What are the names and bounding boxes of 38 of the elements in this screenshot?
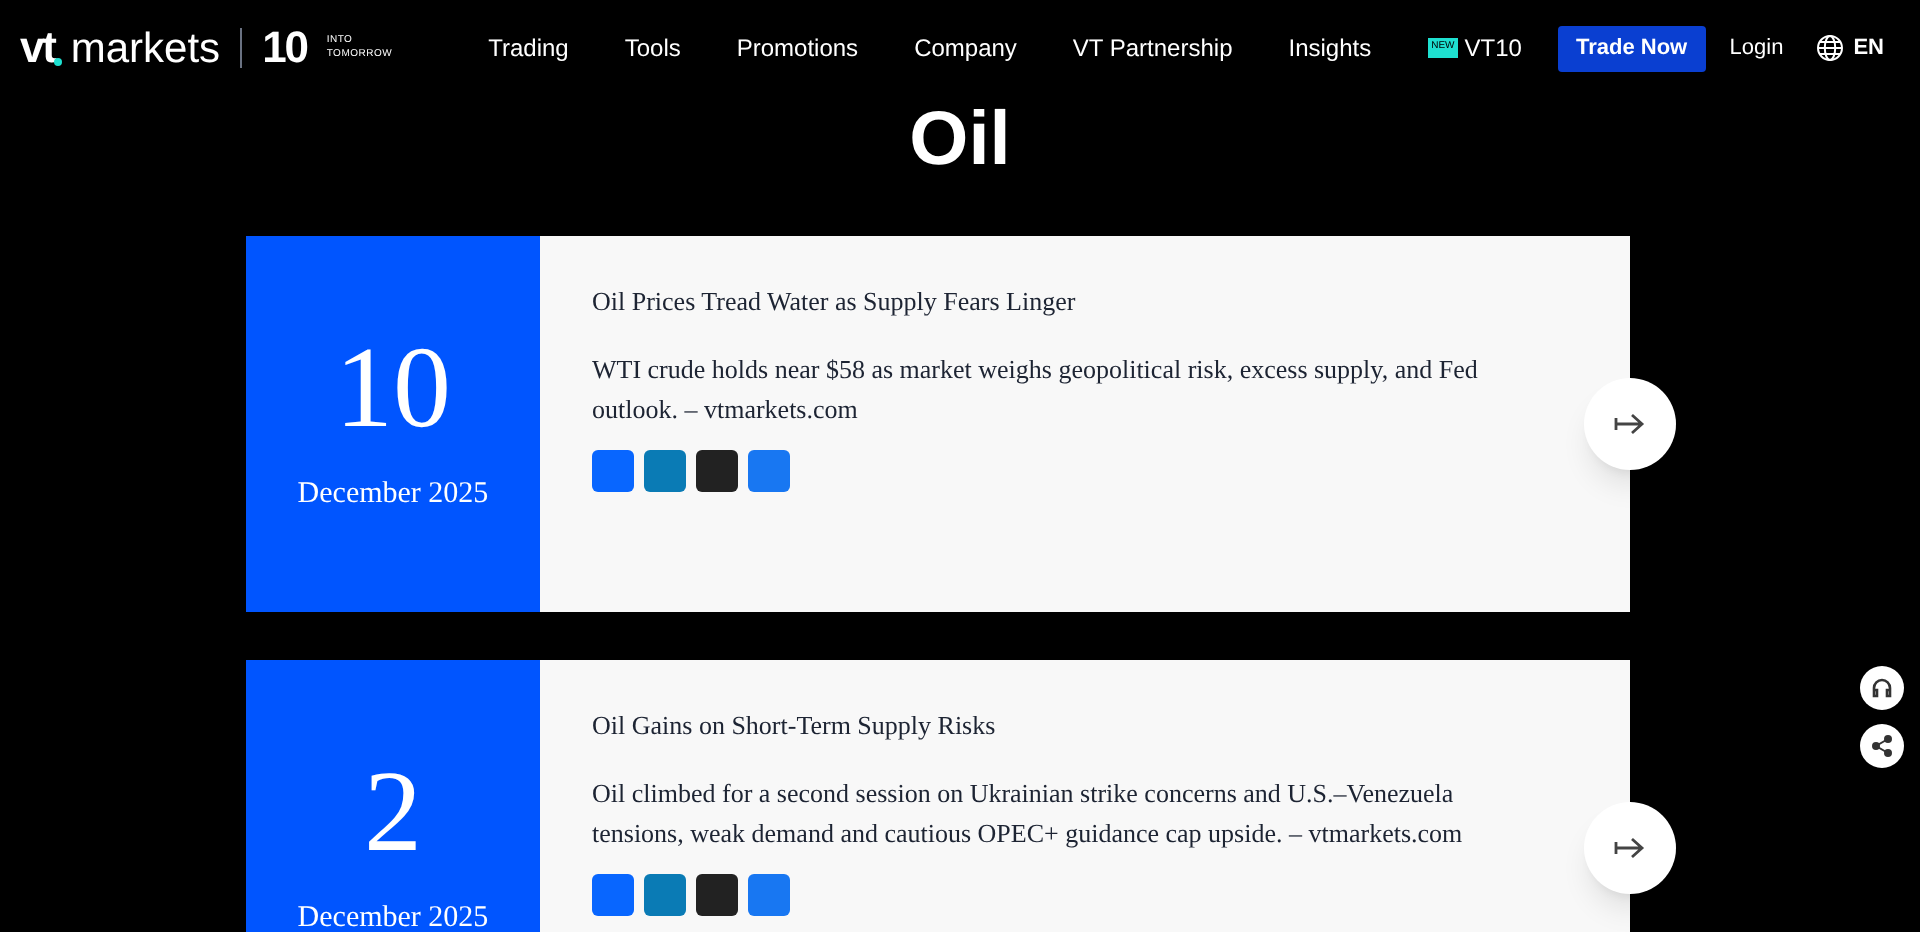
page-title: Oil xyxy=(907,102,1013,178)
share-button[interactable] xyxy=(696,450,738,492)
language-label[interactable]: EN xyxy=(1853,31,1884,65)
login-link[interactable]: Login xyxy=(1729,31,1784,65)
date-day: 2 xyxy=(364,748,422,876)
article-title[interactable]: Oil Prices Tread Water as Supply Fears Linger xyxy=(592,286,1530,318)
arrow-right-icon xyxy=(1614,412,1646,436)
globe-icon[interactable] xyxy=(1815,34,1844,62)
nav-link[interactable]: Trading xyxy=(488,30,569,66)
share-button[interactable] xyxy=(644,874,686,916)
article-title[interactable]: Oil Gains on Short-Term Supply Risks xyxy=(592,710,1530,742)
nav-link[interactable]: Promotions xyxy=(736,30,859,66)
anniversary-mark: 10 xyxy=(262,26,307,70)
support-button[interactable] xyxy=(1860,666,1904,710)
share-button[interactable] xyxy=(748,874,790,916)
logo-text: markets xyxy=(70,28,221,70)
read-more-button[interactable] xyxy=(1584,802,1676,894)
share-button[interactable] xyxy=(696,874,738,916)
date-day: 10 xyxy=(335,324,451,452)
share-button[interactable] xyxy=(748,450,790,492)
logo-mark: vt xyxy=(20,26,55,70)
date-month: December 2025 xyxy=(297,900,489,932)
article-summary: Oil climbed for a second session on Ukrainian strike concerns and U.S.–Venezuela tensions, weak demand and cautious OPEC+ guidance cap upside. – vtmarkets.com xyxy=(592,776,1465,852)
nav-link[interactable]: Company xyxy=(914,30,1017,66)
nav-link[interactable]: Insights xyxy=(1288,30,1372,66)
article-summary: WTI crude holds near $58 as market weighs geopolitical risk, excess supply, and Fed outlook. – vtmarkets.com xyxy=(592,352,1480,428)
nav-link[interactable]: VT Partnership xyxy=(1072,30,1233,66)
share-button[interactable] xyxy=(592,450,634,492)
headset-icon xyxy=(1870,676,1894,700)
nav-link[interactable]: Tools xyxy=(624,30,681,66)
share-icon xyxy=(1870,734,1894,758)
arrow-right-icon xyxy=(1614,836,1646,860)
date-month: December 2025 xyxy=(297,476,489,514)
trade-now-button[interactable]: Trade Now xyxy=(1557,25,1706,71)
share-button[interactable] xyxy=(644,450,686,492)
share-button[interactable] xyxy=(592,874,634,916)
read-more-button[interactable] xyxy=(1584,378,1676,470)
share-float-button[interactable] xyxy=(1860,724,1904,768)
